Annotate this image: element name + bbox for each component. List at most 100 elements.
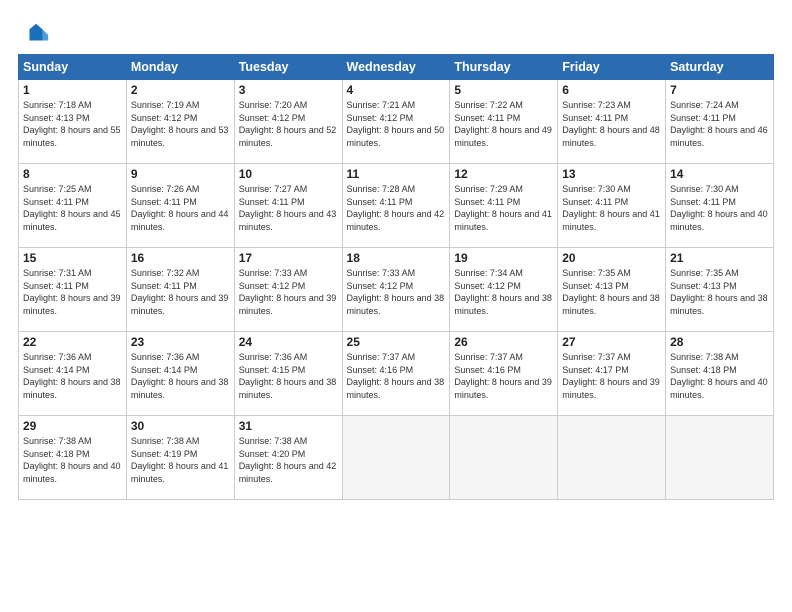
day-number: 14: [670, 167, 769, 181]
cell-info: Sunrise: 7:31 AMSunset: 4:11 PMDaylight:…: [23, 268, 121, 316]
calendar-cell: [450, 416, 558, 500]
cell-info: Sunrise: 7:33 AMSunset: 4:12 PMDaylight:…: [239, 268, 337, 316]
day-number: 21: [670, 251, 769, 265]
cell-info: Sunrise: 7:37 AMSunset: 4:17 PMDaylight:…: [562, 352, 660, 400]
calendar-cell: 19 Sunrise: 7:34 AMSunset: 4:12 PMDaylig…: [450, 248, 558, 332]
cell-info: Sunrise: 7:34 AMSunset: 4:12 PMDaylight:…: [454, 268, 552, 316]
calendar-week-5: 29 Sunrise: 7:38 AMSunset: 4:18 PMDaylig…: [19, 416, 774, 500]
day-number: 26: [454, 335, 553, 349]
cell-info: Sunrise: 7:26 AMSunset: 4:11 PMDaylight:…: [131, 184, 229, 232]
calendar-cell: 6 Sunrise: 7:23 AMSunset: 4:11 PMDayligh…: [558, 80, 666, 164]
day-number: 6: [562, 83, 661, 97]
calendar-cell: 20 Sunrise: 7:35 AMSunset: 4:13 PMDaylig…: [558, 248, 666, 332]
calendar-cell: [558, 416, 666, 500]
cell-info: Sunrise: 7:33 AMSunset: 4:12 PMDaylight:…: [347, 268, 445, 316]
day-number: 16: [131, 251, 230, 265]
calendar-cell: 27 Sunrise: 7:37 AMSunset: 4:17 PMDaylig…: [558, 332, 666, 416]
calendar-cell: [342, 416, 450, 500]
calendar-cell: 30 Sunrise: 7:38 AMSunset: 4:19 PMDaylig…: [126, 416, 234, 500]
page-container: SundayMondayTuesdayWednesdayThursdayFrid…: [0, 0, 792, 510]
calendar-week-3: 15 Sunrise: 7:31 AMSunset: 4:11 PMDaylig…: [19, 248, 774, 332]
logo-icon: [22, 20, 50, 48]
calendar-cell: 23 Sunrise: 7:36 AMSunset: 4:14 PMDaylig…: [126, 332, 234, 416]
calendar-week-4: 22 Sunrise: 7:36 AMSunset: 4:14 PMDaylig…: [19, 332, 774, 416]
day-header-wednesday: Wednesday: [342, 55, 450, 80]
day-number: 31: [239, 419, 338, 433]
calendar-cell: [666, 416, 774, 500]
cell-info: Sunrise: 7:29 AMSunset: 4:11 PMDaylight:…: [454, 184, 552, 232]
day-number: 30: [131, 419, 230, 433]
cell-info: Sunrise: 7:36 AMSunset: 4:15 PMDaylight:…: [239, 352, 337, 400]
day-number: 27: [562, 335, 661, 349]
day-number: 8: [23, 167, 122, 181]
calendar-cell: 28 Sunrise: 7:38 AMSunset: 4:18 PMDaylig…: [666, 332, 774, 416]
day-number: 10: [239, 167, 338, 181]
calendar-cell: 11 Sunrise: 7:28 AMSunset: 4:11 PMDaylig…: [342, 164, 450, 248]
cell-info: Sunrise: 7:24 AMSunset: 4:11 PMDaylight:…: [670, 100, 768, 148]
calendar-cell: 7 Sunrise: 7:24 AMSunset: 4:11 PMDayligh…: [666, 80, 774, 164]
cell-info: Sunrise: 7:18 AMSunset: 4:13 PMDaylight:…: [23, 100, 121, 148]
day-header-saturday: Saturday: [666, 55, 774, 80]
day-number: 29: [23, 419, 122, 433]
calendar-cell: 18 Sunrise: 7:33 AMSunset: 4:12 PMDaylig…: [342, 248, 450, 332]
day-number: 23: [131, 335, 230, 349]
cell-info: Sunrise: 7:25 AMSunset: 4:11 PMDaylight:…: [23, 184, 121, 232]
calendar-header-row: SundayMondayTuesdayWednesdayThursdayFrid…: [19, 55, 774, 80]
day-number: 17: [239, 251, 338, 265]
calendar-cell: 12 Sunrise: 7:29 AMSunset: 4:11 PMDaylig…: [450, 164, 558, 248]
header: [18, 16, 774, 48]
day-number: 3: [239, 83, 338, 97]
day-number: 7: [670, 83, 769, 97]
cell-info: Sunrise: 7:19 AMSunset: 4:12 PMDaylight:…: [131, 100, 229, 148]
day-number: 1: [23, 83, 122, 97]
calendar-cell: 31 Sunrise: 7:38 AMSunset: 4:20 PMDaylig…: [234, 416, 342, 500]
day-number: 12: [454, 167, 553, 181]
cell-info: Sunrise: 7:36 AMSunset: 4:14 PMDaylight:…: [23, 352, 121, 400]
calendar-cell: 14 Sunrise: 7:30 AMSunset: 4:11 PMDaylig…: [666, 164, 774, 248]
cell-info: Sunrise: 7:21 AMSunset: 4:12 PMDaylight:…: [347, 100, 445, 148]
calendar-cell: 24 Sunrise: 7:36 AMSunset: 4:15 PMDaylig…: [234, 332, 342, 416]
cell-info: Sunrise: 7:37 AMSunset: 4:16 PMDaylight:…: [454, 352, 552, 400]
cell-info: Sunrise: 7:30 AMSunset: 4:11 PMDaylight:…: [562, 184, 660, 232]
cell-info: Sunrise: 7:38 AMSunset: 4:18 PMDaylight:…: [23, 436, 121, 484]
calendar-table: SundayMondayTuesdayWednesdayThursdayFrid…: [18, 54, 774, 500]
calendar-cell: 17 Sunrise: 7:33 AMSunset: 4:12 PMDaylig…: [234, 248, 342, 332]
cell-info: Sunrise: 7:37 AMSunset: 4:16 PMDaylight:…: [347, 352, 445, 400]
cell-info: Sunrise: 7:38 AMSunset: 4:18 PMDaylight:…: [670, 352, 768, 400]
calendar-cell: 13 Sunrise: 7:30 AMSunset: 4:11 PMDaylig…: [558, 164, 666, 248]
cell-info: Sunrise: 7:38 AMSunset: 4:20 PMDaylight:…: [239, 436, 337, 484]
calendar-cell: 16 Sunrise: 7:32 AMSunset: 4:11 PMDaylig…: [126, 248, 234, 332]
calendar-cell: 4 Sunrise: 7:21 AMSunset: 4:12 PMDayligh…: [342, 80, 450, 164]
calendar-week-2: 8 Sunrise: 7:25 AMSunset: 4:11 PMDayligh…: [19, 164, 774, 248]
day-number: 20: [562, 251, 661, 265]
day-number: 13: [562, 167, 661, 181]
cell-info: Sunrise: 7:30 AMSunset: 4:11 PMDaylight:…: [670, 184, 768, 232]
day-number: 18: [347, 251, 446, 265]
calendar-cell: 2 Sunrise: 7:19 AMSunset: 4:12 PMDayligh…: [126, 80, 234, 164]
day-number: 24: [239, 335, 338, 349]
calendar-cell: 10 Sunrise: 7:27 AMSunset: 4:11 PMDaylig…: [234, 164, 342, 248]
day-number: 2: [131, 83, 230, 97]
cell-info: Sunrise: 7:35 AMSunset: 4:13 PMDaylight:…: [562, 268, 660, 316]
day-number: 19: [454, 251, 553, 265]
calendar-week-1: 1 Sunrise: 7:18 AMSunset: 4:13 PMDayligh…: [19, 80, 774, 164]
day-header-monday: Monday: [126, 55, 234, 80]
calendar-cell: 21 Sunrise: 7:35 AMSunset: 4:13 PMDaylig…: [666, 248, 774, 332]
day-number: 28: [670, 335, 769, 349]
cell-info: Sunrise: 7:35 AMSunset: 4:13 PMDaylight:…: [670, 268, 768, 316]
cell-info: Sunrise: 7:38 AMSunset: 4:19 PMDaylight:…: [131, 436, 229, 484]
calendar-cell: 29 Sunrise: 7:38 AMSunset: 4:18 PMDaylig…: [19, 416, 127, 500]
calendar-cell: 9 Sunrise: 7:26 AMSunset: 4:11 PMDayligh…: [126, 164, 234, 248]
cell-info: Sunrise: 7:36 AMSunset: 4:14 PMDaylight:…: [131, 352, 229, 400]
calendar-cell: 25 Sunrise: 7:37 AMSunset: 4:16 PMDaylig…: [342, 332, 450, 416]
calendar-cell: 3 Sunrise: 7:20 AMSunset: 4:12 PMDayligh…: [234, 80, 342, 164]
day-number: 5: [454, 83, 553, 97]
calendar-cell: 1 Sunrise: 7:18 AMSunset: 4:13 PMDayligh…: [19, 80, 127, 164]
calendar-cell: 22 Sunrise: 7:36 AMSunset: 4:14 PMDaylig…: [19, 332, 127, 416]
day-number: 22: [23, 335, 122, 349]
day-number: 9: [131, 167, 230, 181]
cell-info: Sunrise: 7:23 AMSunset: 4:11 PMDaylight:…: [562, 100, 660, 148]
cell-info: Sunrise: 7:22 AMSunset: 4:11 PMDaylight:…: [454, 100, 552, 148]
day-number: 4: [347, 83, 446, 97]
day-number: 15: [23, 251, 122, 265]
